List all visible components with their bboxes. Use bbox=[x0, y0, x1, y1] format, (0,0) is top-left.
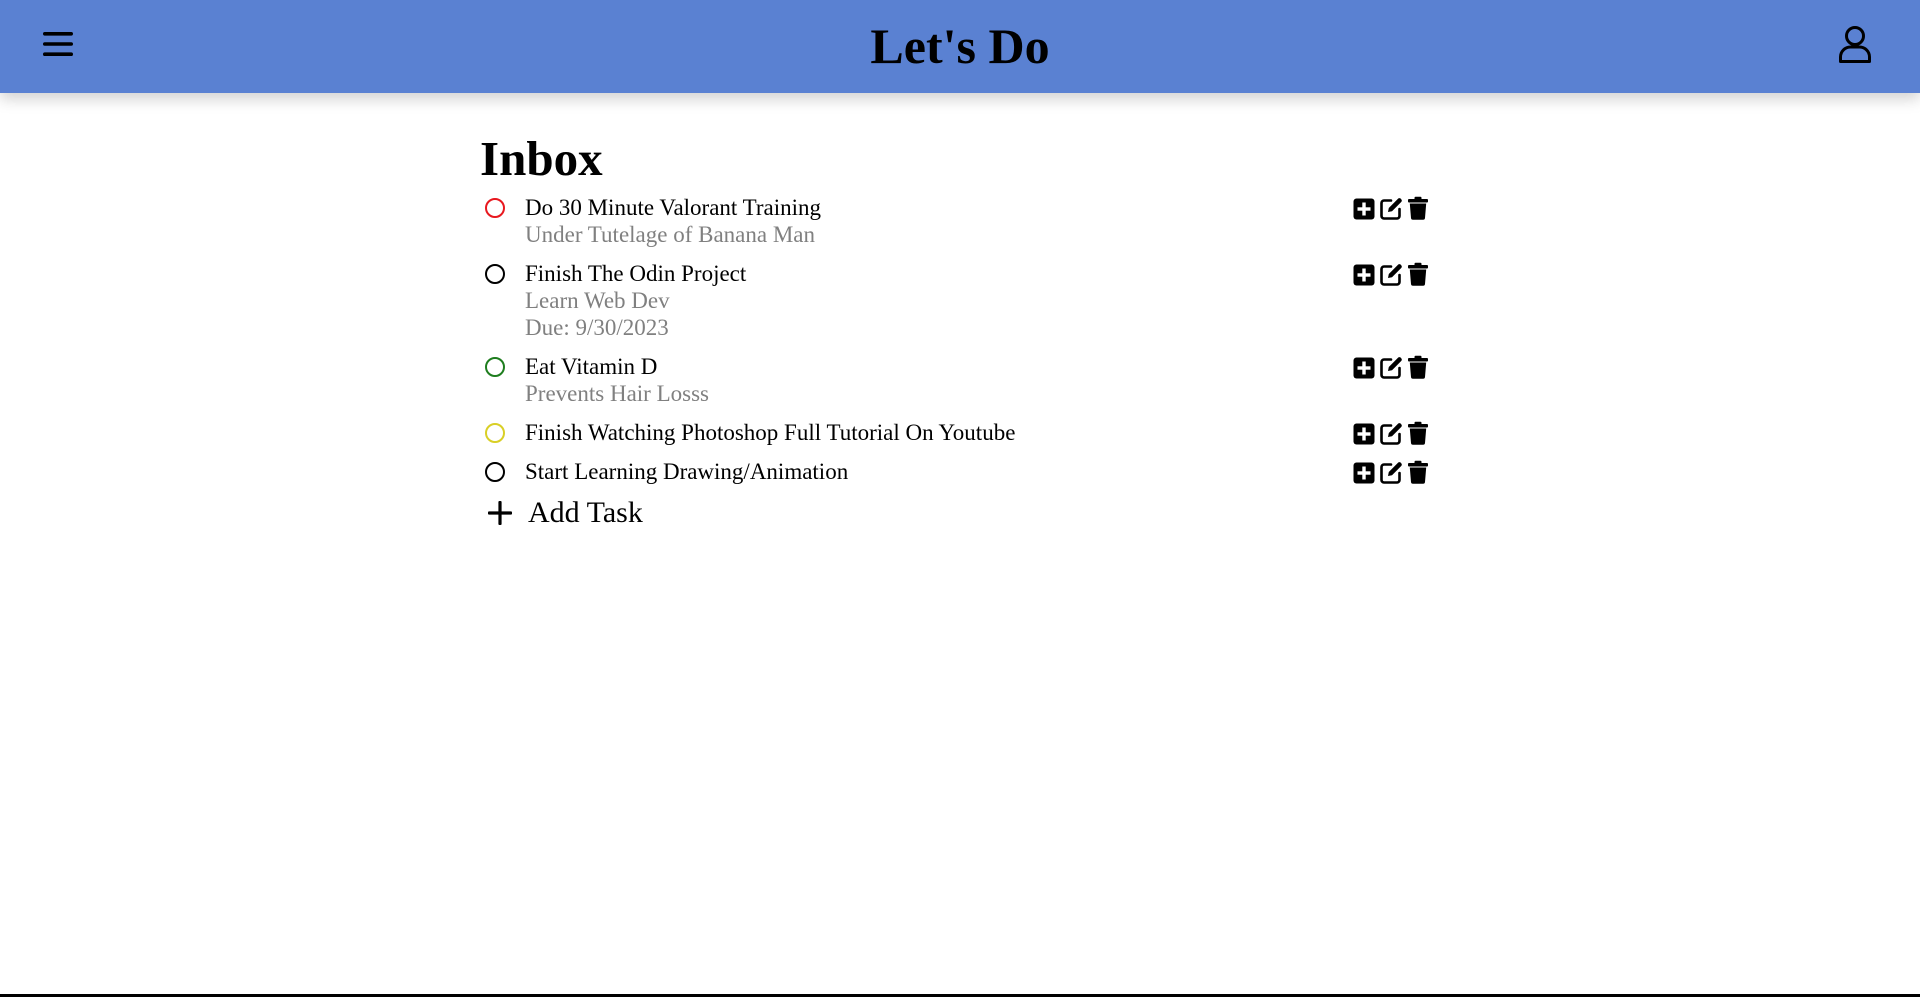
trash-icon bbox=[1408, 196, 1428, 220]
edit-task-button[interactable] bbox=[1380, 460, 1402, 484]
edit-task-button[interactable] bbox=[1380, 196, 1402, 220]
plus-square-icon bbox=[1353, 423, 1375, 445]
trash-icon bbox=[1408, 355, 1428, 379]
user-profile-button[interactable] bbox=[1838, 25, 1872, 63]
delete-task-button[interactable] bbox=[1407, 460, 1429, 484]
task-list: Do 30 Minute Valorant Training Under Tut… bbox=[480, 194, 1440, 497]
task-complete-checkbox[interactable] bbox=[485, 462, 505, 482]
trash-icon bbox=[1408, 421, 1428, 445]
task-complete-checkbox[interactable] bbox=[485, 423, 505, 443]
app-title: Let's Do bbox=[870, 18, 1050, 74]
hamburger-menu-icon bbox=[43, 32, 73, 56]
task-item: Eat Vitamin D Prevents Hair Losss bbox=[480, 353, 1440, 419]
task-title: Finish The Odin Project bbox=[525, 261, 747, 286]
add-subtask-button[interactable] bbox=[1353, 460, 1375, 484]
add-subtask-button[interactable] bbox=[1353, 355, 1375, 379]
task-title: Finish Watching Photoshop Full Tutorial … bbox=[525, 420, 1016, 445]
task-item: Do 30 Minute Valorant Training Under Tut… bbox=[480, 194, 1440, 260]
task-complete-checkbox[interactable] bbox=[485, 264, 505, 284]
trash-icon bbox=[1408, 460, 1428, 484]
task-item: Finish The Odin Project Learn Web Dev Du… bbox=[480, 260, 1440, 353]
edit-icon bbox=[1380, 462, 1402, 484]
plus-square-icon bbox=[1353, 462, 1375, 484]
task-title: Do 30 Minute Valorant Training bbox=[525, 195, 822, 220]
task-description: Learn Web Dev bbox=[525, 288, 670, 313]
task-actions bbox=[1353, 262, 1429, 286]
task-actions bbox=[1353, 355, 1429, 379]
task-complete-checkbox[interactable] bbox=[485, 198, 505, 218]
task-complete-checkbox[interactable] bbox=[485, 357, 505, 377]
app-header: Let's Do bbox=[0, 0, 1920, 93]
task-title: Start Learning Drawing/Animation bbox=[525, 459, 849, 484]
plus-icon bbox=[488, 501, 512, 525]
user-profile-icon bbox=[1839, 26, 1871, 63]
edit-icon bbox=[1380, 264, 1402, 286]
add-task-label: Add Task bbox=[528, 496, 643, 529]
edit-task-button[interactable] bbox=[1380, 421, 1402, 445]
task-item: Start Learning Drawing/Animation bbox=[480, 458, 1440, 497]
add-subtask-button[interactable] bbox=[1353, 196, 1375, 220]
task-description: Prevents Hair Losss bbox=[525, 381, 709, 406]
page-title: Inbox bbox=[480, 131, 603, 186]
task-item: Finish Watching Photoshop Full Tutorial … bbox=[480, 419, 1440, 458]
delete-task-button[interactable] bbox=[1407, 196, 1429, 220]
edit-icon bbox=[1380, 357, 1402, 379]
task-due-date: Due: 9/30/2023 bbox=[525, 315, 669, 340]
edit-icon bbox=[1380, 198, 1402, 220]
add-subtask-button[interactable] bbox=[1353, 421, 1375, 445]
delete-task-button[interactable] bbox=[1407, 355, 1429, 379]
edit-task-button[interactable] bbox=[1380, 262, 1402, 286]
task-description: Under Tutelage of Banana Man bbox=[525, 222, 815, 247]
task-actions bbox=[1353, 460, 1429, 484]
task-actions bbox=[1353, 196, 1429, 220]
plus-square-icon bbox=[1353, 264, 1375, 286]
menu-button[interactable] bbox=[42, 29, 74, 59]
main-content: Inbox Do 30 Minute Valorant Training Und… bbox=[480, 131, 1440, 531]
edit-icon bbox=[1380, 423, 1402, 445]
delete-task-button[interactable] bbox=[1407, 262, 1429, 286]
add-task-button[interactable]: Add Task bbox=[480, 495, 1440, 531]
plus-square-icon bbox=[1353, 198, 1375, 220]
delete-task-button[interactable] bbox=[1407, 421, 1429, 445]
plus-square-icon bbox=[1353, 357, 1375, 379]
task-title: Eat Vitamin D bbox=[525, 354, 658, 379]
task-actions bbox=[1353, 421, 1429, 445]
add-subtask-button[interactable] bbox=[1353, 262, 1375, 286]
trash-icon bbox=[1408, 262, 1428, 286]
edit-task-button[interactable] bbox=[1380, 355, 1402, 379]
